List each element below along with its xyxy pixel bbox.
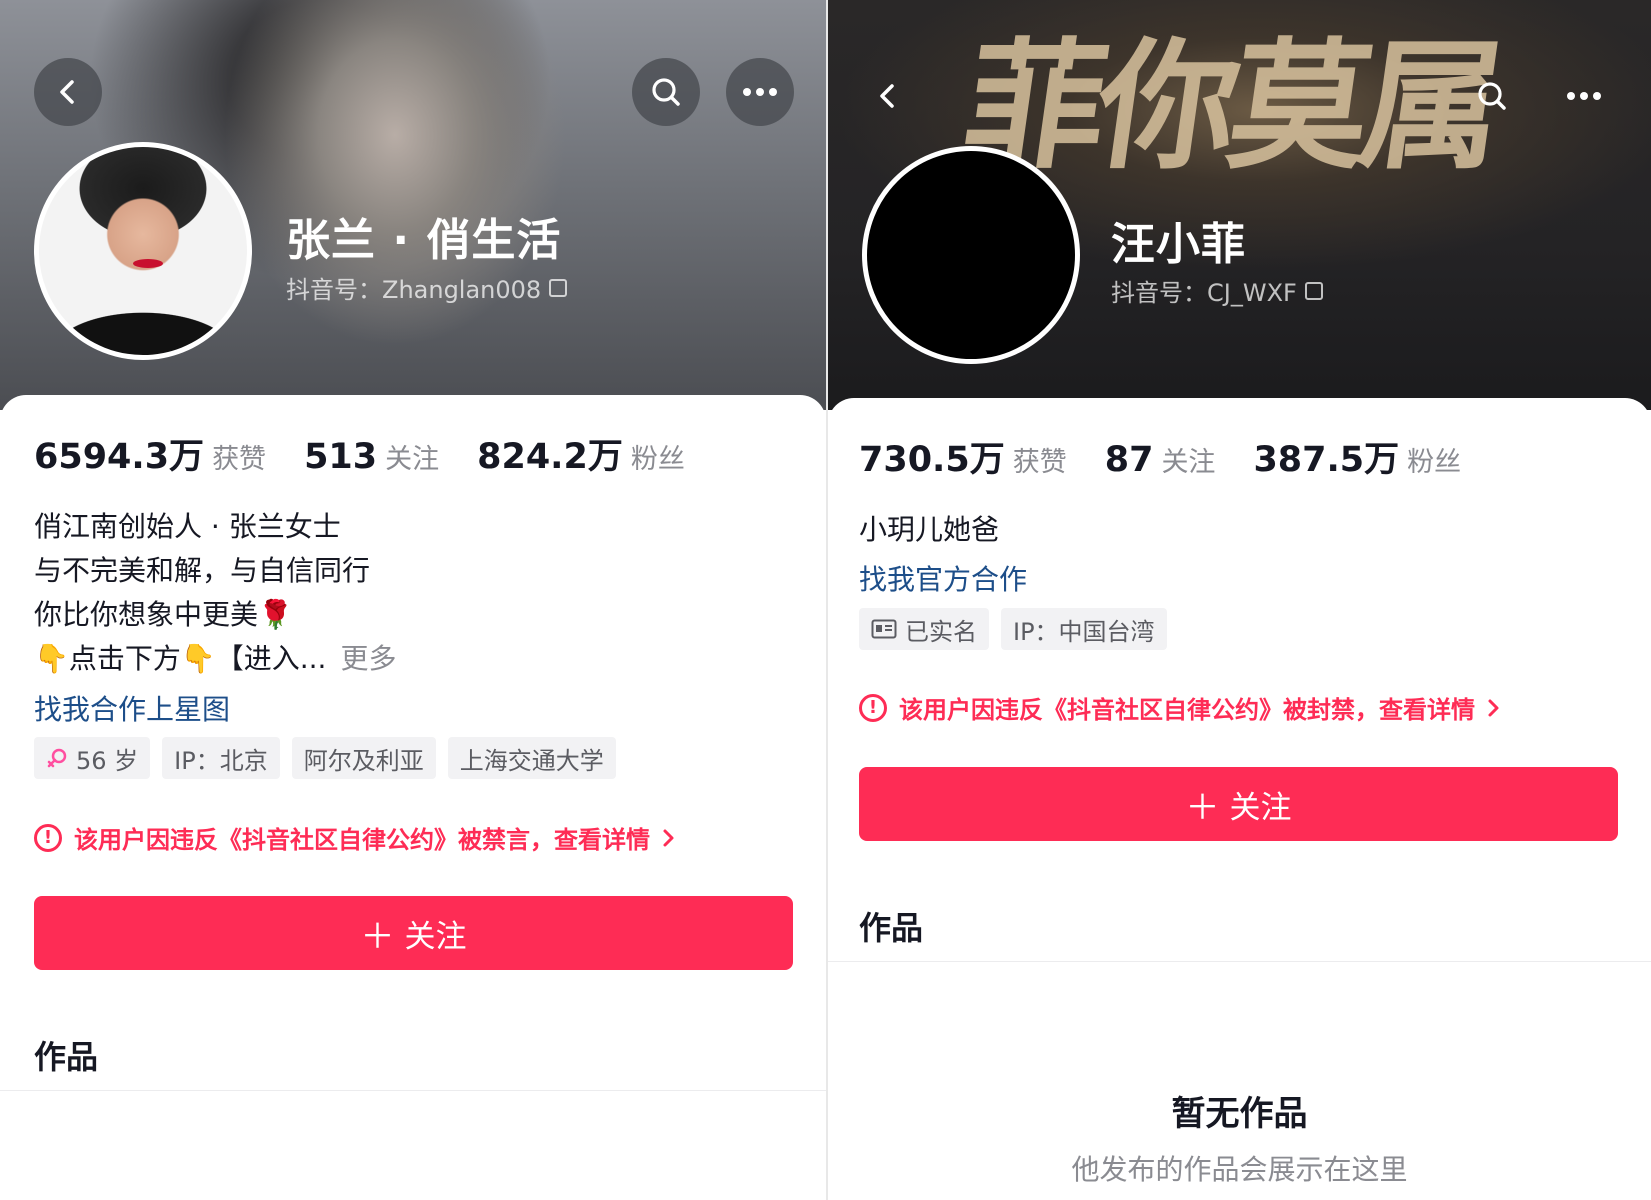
douyin-id-text: 抖音号：CJ_WXF: [1111, 279, 1297, 307]
chevron-left-icon: [60, 80, 74, 104]
bio-line-text: 👇点击下方👇【进入...: [34, 642, 327, 675]
stat-label: 关注: [1161, 447, 1216, 478]
chevron-right-icon: [663, 829, 674, 846]
stat-label: 关注: [385, 444, 440, 475]
violation-text: 该用户因违反《抖音社区自律公约》被封禁，查看详情: [899, 696, 1475, 724]
more-dots-icon: [743, 88, 777, 96]
profile-name: 张兰 · 俏生活: [286, 215, 562, 266]
school-tag: 上海交通大学: [447, 737, 616, 779]
search-icon: [652, 78, 680, 106]
copy-icon[interactable]: [1304, 281, 1323, 300]
age-tag: 56 岁: [34, 737, 151, 779]
profile-panel-left: 张兰 · 俏生活 抖音号：Zhanglan008 6594.3万 获赞 513 关注…: [0, 0, 826, 1200]
id-card-icon: [871, 619, 897, 639]
chevron-left-icon: [880, 84, 894, 108]
violation-notice[interactable]: ! 该用户因违反《抖音社区自律公约》被禁言，查看详情: [34, 820, 676, 855]
more-link[interactable]: 更多: [340, 642, 396, 675]
more-dots-icon: [1567, 92, 1601, 100]
stat-followers[interactable]: 824.2万 粉丝: [477, 428, 685, 479]
exclamation-icon: !: [34, 823, 62, 852]
tag-text: 已实名: [905, 617, 977, 646]
back-button[interactable]: [34, 58, 102, 126]
stats-row: 730.5万 获赞 87 关注 387.5万 粉丝: [859, 431, 1499, 482]
stat-following[interactable]: 87 关注: [1105, 440, 1216, 480]
plus-icon: ＋: [1185, 787, 1220, 828]
ip-tag: IP：北京: [162, 737, 280, 779]
copy-icon[interactable]: [549, 278, 568, 297]
stat-label: 获赞: [1012, 447, 1067, 478]
exclamation-icon: !: [859, 693, 887, 722]
banner-calligraphy: 菲你莫属: [954, 25, 1506, 189]
bio-line: 小玥儿她爸: [859, 513, 1000, 546]
empty-state-subtitle: 他发布的作品会展示在这里: [1071, 1153, 1408, 1186]
bio-line: 你比你想象中更美🌹: [34, 598, 293, 631]
avatar[interactable]: [34, 142, 252, 360]
bio[interactable]: 俏江南创始人 · 张兰女士 与不完美和解，与自信同行 你比你想象中更美🌹 👇点击…: [34, 505, 396, 681]
douyin-id[interactable]: 抖音号：CJ_WXF: [1111, 273, 1323, 308]
divider: [828, 961, 1651, 962]
tags-row: 56 岁 IP：北京 阿尔及利亚 上海交通大学: [34, 737, 616, 779]
douyin-id-text: 抖音号：Zhanglan008: [286, 276, 542, 304]
works-tab[interactable]: 作品: [859, 903, 923, 949]
follow-button[interactable]: ＋ 关注: [34, 896, 793, 970]
verified-tag: 已实名: [859, 608, 989, 650]
tag-text: IP：北京: [174, 746, 268, 775]
divider: [0, 1090, 826, 1091]
tag-text: IP：中国台湾: [1013, 617, 1155, 646]
location-tag: 阿尔及利亚: [291, 737, 436, 779]
bio-line-last: 👇点击下方👇【进入... 更多: [34, 637, 396, 681]
tag-text: 上海交通大学: [459, 746, 604, 775]
profile-name: 汪小菲: [1111, 219, 1246, 270]
profile-panel-right: 菲你莫属 汪小菲 抖音号：CJ_WXF 730.5万 获赞 87 关注 387.5万…: [828, 0, 1651, 1200]
empty-state-title: 暂无作品: [1171, 1094, 1308, 1134]
search-button[interactable]: [632, 58, 700, 126]
female-icon: [47, 748, 67, 768]
chevron-right-icon: [1488, 699, 1499, 716]
tag-text: 阿尔及利亚: [303, 746, 424, 775]
stat-followers[interactable]: 387.5万 粉丝: [1253, 431, 1461, 482]
tags-row: 已实名 IP：中国台湾: [859, 608, 1167, 650]
stat-value: 6594.3万: [34, 437, 205, 477]
tag-text: 56 岁: [76, 746, 139, 775]
stat-value: 513: [304, 437, 378, 477]
avatar[interactable]: [862, 146, 1080, 364]
stat-following[interactable]: 513 关注: [304, 437, 439, 477]
plus-icon: ＋: [360, 916, 395, 957]
douyin-id[interactable]: 抖音号：Zhanglan008: [286, 270, 568, 305]
more-button[interactable]: [1550, 62, 1618, 130]
stat-label: 获赞: [212, 444, 267, 475]
follow-label: 关注: [1229, 789, 1292, 826]
stats-row: 6594.3万 获赞 513 关注 824.2万 粉丝: [34, 428, 723, 479]
follow-button[interactable]: ＋ 关注: [859, 767, 1618, 841]
stat-value: 387.5万: [1253, 440, 1400, 480]
stat-label: 粉丝: [630, 444, 685, 475]
cooperation-link[interactable]: 找我官方合作: [859, 558, 1027, 598]
violation-text: 该用户因违反《抖音社区自律公约》被禁言，查看详情: [74, 826, 650, 854]
cooperation-link[interactable]: 找我合作上星图: [34, 688, 230, 728]
search-button[interactable]: [1458, 62, 1526, 130]
stat-value: 730.5万: [859, 440, 1005, 480]
bio-line: 俏江南创始人 · 张兰女士: [34, 510, 341, 543]
stat-value: 87: [1104, 440, 1154, 480]
stat-label: 粉丝: [1407, 447, 1462, 478]
back-button[interactable]: [854, 62, 922, 130]
bio[interactable]: 小玥儿她爸: [859, 508, 999, 552]
stat-value: 824.2万: [477, 437, 623, 477]
stat-likes[interactable]: 6594.3万 获赞: [34, 428, 266, 479]
bio-line: 与不完美和解，与自信同行: [34, 554, 371, 587]
more-button[interactable]: [726, 58, 794, 126]
search-icon: [1478, 82, 1506, 110]
stat-likes[interactable]: 730.5万 获赞: [859, 431, 1067, 482]
works-tab[interactable]: 作品: [34, 1032, 98, 1078]
follow-label: 关注: [404, 918, 467, 955]
ip-tag: IP：中国台湾: [1001, 608, 1167, 650]
violation-notice[interactable]: ! 该用户因违反《抖音社区自律公约》被封禁，查看详情: [859, 690, 1501, 725]
